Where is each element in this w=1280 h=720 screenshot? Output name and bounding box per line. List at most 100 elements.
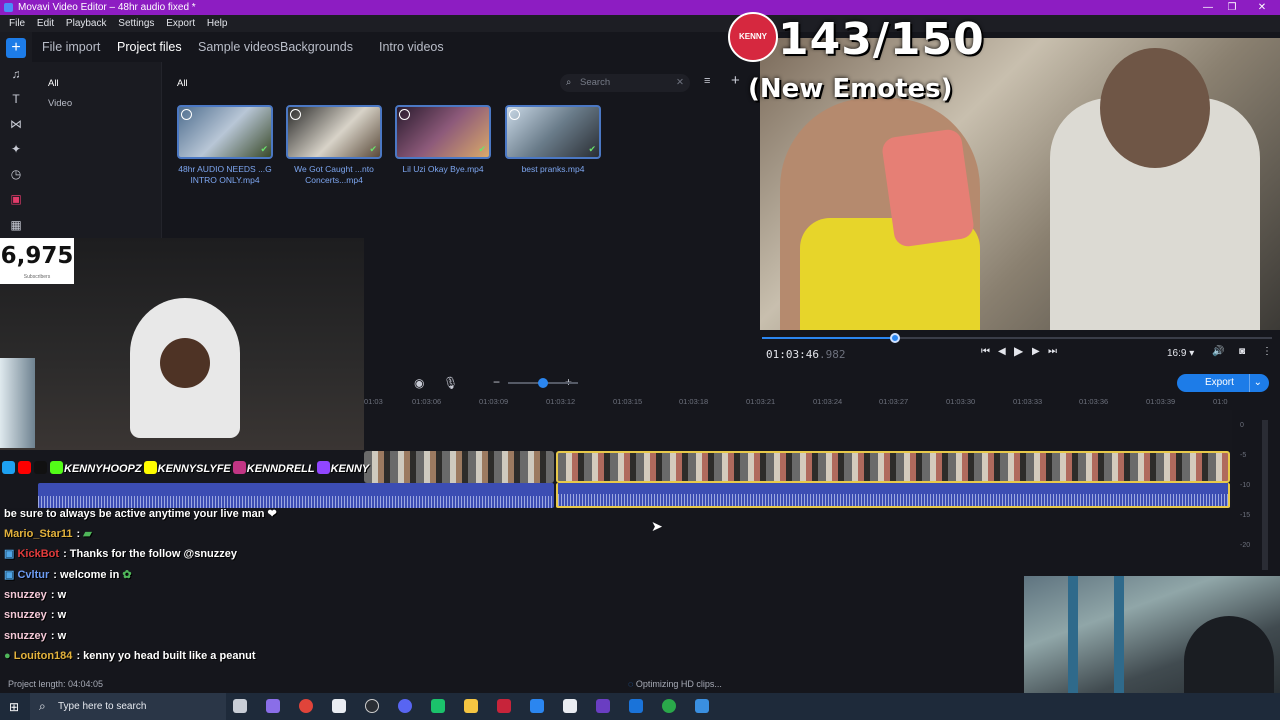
discord-icon[interactable] [398, 699, 412, 713]
media-heading: All [177, 78, 188, 89]
next-frame-icon[interactable]: ▶ [1032, 346, 1040, 357]
obs-icon[interactable] [365, 699, 379, 713]
minimize-icon[interactable]: — [1196, 0, 1220, 15]
volume-icon[interactable]: 🔊 [1212, 346, 1224, 357]
aspect-ratio-select[interactable]: 16:9 ▾ [1167, 348, 1194, 359]
xbox-icon[interactable] [662, 699, 676, 713]
add-files-icon[interactable]: + [6, 38, 26, 58]
menu-help[interactable]: Help [207, 15, 228, 32]
menu-file[interactable]: File [9, 15, 25, 32]
file-explorer-icon[interactable] [464, 699, 478, 713]
media-thumb-1[interactable]: ✔ [177, 105, 273, 159]
ruler-tick: 01:0 [1213, 397, 1228, 406]
menu-export[interactable]: Export [166, 15, 195, 32]
ruler-tick: 01:03:33 [1013, 397, 1043, 406]
stream-chat: be sure to always be active anytime your… [0, 505, 360, 670]
play-icon[interactable]: ▶ [1014, 344, 1023, 358]
music-icon[interactable]: ♫ [6, 64, 26, 84]
transitions-icon[interactable]: ⋈ [6, 114, 26, 134]
task-view-icon[interactable] [233, 699, 247, 713]
social-handles: KENNYHOOPZ KENNYSLYFE KENNDRELL KENNY [0, 461, 369, 481]
ruler-tick: 01:03:27 [879, 397, 909, 406]
more-tools-icon[interactable]: ▦ [6, 215, 26, 235]
play-icon [509, 109, 520, 120]
ruler-tick: 01:03:24 [813, 397, 843, 406]
clock-icon[interactable]: ◷ [6, 164, 26, 184]
export-dropdown-icon[interactable]: ⌄ [1248, 374, 1262, 392]
effects-icon[interactable]: ✦ [6, 139, 26, 159]
premiere-icon[interactable] [596, 699, 610, 713]
category-all[interactable]: All [48, 78, 59, 89]
window-titlebar: Movavi Video Editor – 48hr audio fixed *… [0, 0, 1280, 15]
video-clip[interactable] [364, 451, 554, 483]
audio-clip-selected[interactable] [556, 483, 1230, 508]
ruler-tick: 01:03:12 [546, 397, 576, 406]
store-icon[interactable]: ▣ [6, 189, 26, 209]
search-icon: ⌕ [39, 699, 46, 713]
search-input[interactable]: ⌕ Search ✕ [560, 74, 690, 92]
taskbar-search-input[interactable]: ⌕ Type here to search [30, 693, 226, 720]
media-caption-1: 48hr AUDIO NEEDS ...G INTRO ONLY.mp4 [178, 164, 272, 185]
twitter-icon [2, 461, 15, 474]
clear-search-icon[interactable]: ✕ [676, 74, 684, 92]
video-clip-selected[interactable] [556, 451, 1230, 483]
close-icon[interactable]: ✕ [1250, 0, 1274, 15]
media-caption-3: Lil Uzi Okay Bye.mp4 [402, 164, 484, 174]
play-icon [290, 109, 301, 120]
record-webcam-icon[interactable]: ◉ [414, 376, 424, 390]
menu-edit[interactable]: Edit [37, 15, 54, 32]
subscriber-label: Subscribers [23, 274, 51, 280]
subscriber-counter: 6,975 Subscribers [0, 238, 74, 284]
menu-settings[interactable]: Settings [118, 15, 154, 32]
movavi-icon[interactable] [530, 699, 544, 713]
skip-to-start-icon[interactable]: ⏮ [981, 346, 990, 357]
media-thumb-3[interactable]: ✔ [395, 105, 491, 159]
tab-file-import[interactable]: File import [42, 32, 100, 62]
category-video[interactable]: Video [48, 98, 72, 109]
media-thumb-2[interactable]: ✔ [286, 105, 382, 159]
menu-playback[interactable]: Playback [66, 15, 107, 32]
audio-waveform [558, 494, 1228, 506]
chat-message: ● Louiton184 : kenny yo head built like … [4, 650, 256, 662]
app-icon[interactable] [431, 699, 445, 713]
goal-counter: 143/150 [778, 14, 985, 65]
ruler-tick: 01:03 [364, 397, 383, 406]
sort-icon[interactable]: ≡ [704, 75, 710, 87]
capcut-icon[interactable] [563, 699, 577, 713]
mouse-cursor-icon: ➤ [651, 518, 663, 534]
export-button[interactable]: Export ⌄ [1177, 374, 1269, 392]
more-options-icon[interactable]: ⋮ [1262, 346, 1272, 357]
add-folder-icon[interactable]: + [731, 72, 740, 89]
meter-bar [1262, 420, 1268, 570]
snapshot-icon[interactable]: ◙ [1239, 346, 1245, 357]
tab-sample-videos[interactable]: Sample videos [198, 32, 280, 62]
media-thumb-4[interactable]: ✔ [505, 105, 601, 159]
photos-icon[interactable] [695, 699, 709, 713]
tab-project-files[interactable]: Project files [117, 32, 182, 62]
previous-frame-icon[interactable]: ◀ [998, 346, 1006, 357]
search-icon: ⌕ [566, 77, 572, 88]
microphone-icon[interactable]: 🎙 [443, 376, 458, 390]
ruler-tick: 01:03:15 [613, 397, 643, 406]
video-editor-icon[interactable] [497, 699, 511, 713]
store-app-icon[interactable] [332, 699, 346, 713]
scrubber-handle[interactable] [890, 333, 900, 343]
twitch-icon [316, 461, 330, 474]
zoom-out-icon[interactable]: − [493, 375, 500, 389]
restore-icon[interactable]: ❐ [1220, 0, 1244, 15]
skip-to-end-icon[interactable]: ⏭ [1048, 346, 1057, 357]
youtube-icon [18, 461, 31, 474]
chrome-icon[interactable] [299, 699, 313, 713]
titles-icon[interactable]: T [6, 89, 26, 109]
copilot-icon[interactable] [266, 699, 280, 713]
check-icon: ✔ [260, 144, 268, 154]
timeline-ruler[interactable]: 01:03 01:03:06 01:03:09 01:03:12 01:03:1… [364, 395, 1230, 409]
chat-message: snuzzey : w [4, 630, 67, 642]
category-panel: All Video [32, 62, 162, 242]
tab-backgrounds[interactable]: Backgrounds [280, 32, 353, 62]
zoom-handle[interactable] [538, 378, 548, 388]
outlook-icon[interactable] [629, 699, 643, 713]
windows-start-icon[interactable]: ⊞ [9, 700, 19, 714]
ruler-tick: 01:03:06 [412, 397, 442, 406]
tab-intro-videos[interactable]: Intro videos [379, 32, 444, 62]
